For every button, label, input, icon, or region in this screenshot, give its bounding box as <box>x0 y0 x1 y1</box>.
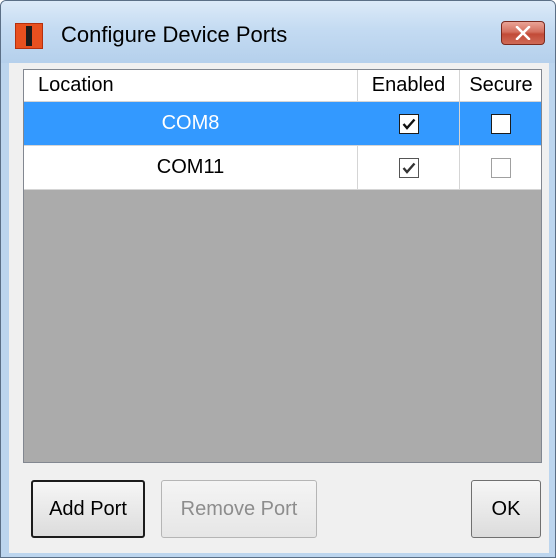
checkmark-icon <box>402 118 415 130</box>
close-button[interactable] <box>501 21 545 45</box>
enabled-cell <box>358 102 460 145</box>
dialog-client-area: Location Enabled Secure COM8 COM11 Add P… <box>9 63 549 553</box>
secure-checkbox[interactable] <box>491 157 511 178</box>
configure-device-ports-window: Configure Device Ports Location Enabled … <box>0 0 556 558</box>
grid-header: Location Enabled Secure <box>24 70 541 102</box>
secure-checkbox[interactable] <box>491 113 511 134</box>
enabled-checkbox[interactable] <box>398 113 419 134</box>
add-port-button[interactable]: Add Port <box>31 480 145 538</box>
column-header-enabled[interactable]: Enabled <box>358 70 460 101</box>
enabled-cell <box>358 146 460 189</box>
close-icon <box>515 26 531 40</box>
ports-grid[interactable]: Location Enabled Secure COM8 COM11 <box>23 69 542 463</box>
ok-button[interactable]: OK <box>471 480 541 538</box>
column-header-secure[interactable]: Secure <box>460 70 541 101</box>
checkmark-icon <box>402 162 415 174</box>
location-cell[interactable]: COM11 <box>24 146 358 189</box>
secure-cell <box>460 146 541 189</box>
column-header-location[interactable]: Location <box>24 70 358 101</box>
location-cell[interactable]: COM8 <box>24 102 358 145</box>
remove-port-button[interactable]: Remove Port <box>161 480 317 538</box>
window-title: Configure Device Ports <box>61 22 288 47</box>
title-bar[interactable]: Configure Device Ports <box>1 1 555 63</box>
secure-cell <box>460 102 541 145</box>
table-row[interactable]: COM11 <box>24 146 541 190</box>
app-icon <box>15 23 43 49</box>
enabled-checkbox[interactable] <box>398 157 419 178</box>
table-row[interactable]: COM8 <box>24 102 541 146</box>
